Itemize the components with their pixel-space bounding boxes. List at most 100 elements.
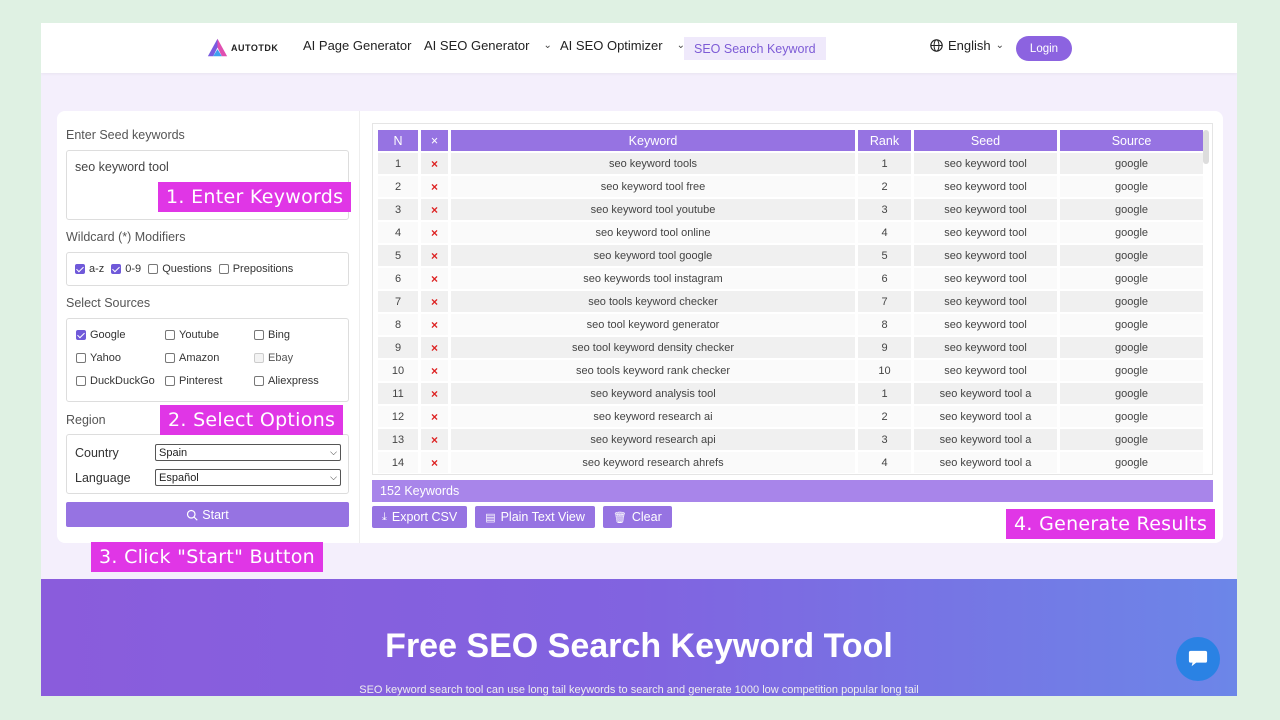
delete-row-icon[interactable]: × — [421, 337, 448, 358]
language-select[interactable]: Español ⌵ — [155, 469, 341, 486]
delete-row-icon[interactable]: × — [421, 406, 448, 427]
cell-keyword: seo keyword tool youtube — [451, 199, 855, 220]
table-row: 13 × seo keyword research api 3 seo keyword … — [378, 429, 1203, 450]
hero-banner: Free SEO Search Keyword Tool SEO keyword… — [41, 579, 1237, 696]
cell-source: google — [1060, 245, 1203, 266]
start-button[interactable]: Start — [66, 502, 349, 527]
col-delete: × — [421, 130, 448, 151]
wildcard-09-checkbox[interactable]: 0-9 — [111, 263, 141, 275]
cell-rank: 9 — [858, 337, 911, 358]
delete-row-icon[interactable]: × — [421, 383, 448, 404]
source-amazon-checkbox[interactable]: Amazon — [165, 352, 254, 364]
cell-seed: seo keyword tool — [914, 199, 1057, 220]
checkbox-checked-icon — [75, 264, 85, 274]
checkbox-label: Google — [90, 329, 126, 341]
cell-source: google — [1060, 452, 1203, 473]
checkbox-icon — [218, 264, 229, 274]
plain-text-view-button[interactable]: ▤ Plain Text View — [475, 506, 595, 528]
source-google-checkbox[interactable]: Google — [76, 329, 165, 341]
language-label: Language — [75, 470, 131, 485]
nav-label: AI Page Generator — [303, 38, 412, 53]
nav-ai-page-generator[interactable]: AI Page Generator — [303, 38, 411, 53]
country-row: Country Spain ⌵ — [75, 444, 341, 461]
cell-source: google — [1060, 222, 1203, 243]
wildcard-az-checkbox[interactable]: a-z — [75, 263, 104, 275]
cell-rank: 5 — [858, 245, 911, 266]
cell-n: 14 — [378, 452, 418, 473]
top-navbar: AUTOTDK AI Page Generator AI SEO Generat… — [41, 23, 1237, 73]
delete-row-icon[interactable]: × — [421, 291, 448, 312]
nav-ai-seo-generator[interactable]: AI SEO Generator ⌄ — [424, 38, 552, 53]
results-table-container[interactable]: N × Keyword Rank Seed Source 1 × seo keywo… — [372, 123, 1213, 475]
table-scrollbar[interactable] — [1203, 130, 1209, 164]
chevron-down-icon: ⌵ — [330, 447, 337, 457]
source-youtube-checkbox[interactable]: Youtube — [165, 329, 254, 341]
delete-row-icon[interactable]: × — [421, 176, 448, 197]
checkbox-icon — [165, 353, 175, 363]
delete-row-icon[interactable]: × — [421, 245, 448, 266]
cell-n: 12 — [378, 406, 418, 427]
clear-button[interactable]: 🗑 Clear — [602, 506, 672, 528]
table-row: 4 × seo keyword tool online 4 seo keyword to… — [378, 222, 1203, 243]
delete-row-icon[interactable]: × — [421, 153, 448, 174]
source-duckduckgo-checkbox[interactable]: DuckDuckGo — [76, 375, 165, 387]
cell-rank: 4 — [858, 452, 911, 473]
cell-seed: seo keyword tool — [914, 222, 1057, 243]
country-select[interactable]: Spain ⌵ — [155, 444, 341, 461]
callout-generate-results: 4. Generate Results — [1006, 509, 1216, 539]
cell-rank: 1 — [858, 383, 911, 404]
checkbox-label: Bing — [268, 329, 291, 341]
cell-rank: 2 — [858, 176, 911, 197]
delete-row-icon[interactable]: × — [421, 360, 448, 381]
cell-seed: seo keyword tool — [914, 314, 1057, 335]
nav-label: AI SEO Generator — [424, 38, 530, 53]
nav-seo-search-keyword[interactable]: SEO Search Keyword — [684, 37, 826, 60]
cell-rank: 4 — [858, 222, 911, 243]
delete-row-icon[interactable]: × — [421, 452, 448, 473]
source-aliexpress-checkbox[interactable]: Aliexpress — [254, 375, 343, 387]
export-csv-button[interactable]: ⤓ Export CSV — [372, 506, 468, 528]
cell-n: 1 — [378, 153, 418, 174]
wildcard-prepositions-checkbox[interactable]: Prepositions — [218, 263, 293, 275]
checkbox-label: Pinterest — [179, 375, 223, 387]
start-label: Start — [202, 507, 229, 522]
nav-ai-seo-optimizer[interactable]: AI SEO Optimizer ⌄ — [560, 38, 685, 53]
cell-source: google — [1060, 383, 1203, 404]
delete-row-icon[interactable]: × — [421, 429, 448, 450]
wildcard-questions-checkbox[interactable]: Questions — [148, 263, 212, 275]
options-panel: Enter Seed keywords seo keyword tool Wil… — [57, 111, 360, 543]
cell-n: 10 — [378, 360, 418, 381]
checkbox-icon — [148, 264, 159, 274]
source-bing-checkbox[interactable]: Bing — [254, 329, 343, 341]
cell-keyword: seo keywords tool instagram — [451, 268, 855, 289]
cell-rank: 7 — [858, 291, 911, 312]
source-pinterest-checkbox[interactable]: Pinterest — [165, 375, 254, 387]
cell-rank: 3 — [858, 429, 911, 450]
keyword-count-bar: 152 Keywords — [372, 480, 1213, 502]
table-row: 11 × seo keyword analysis tool 1 seo keyword… — [378, 383, 1203, 404]
wildcard-options: a-z 0-9 Questions Prepositions — [66, 252, 349, 286]
logo[interactable]: AUTOTDK — [207, 37, 278, 58]
delete-row-icon[interactable]: × — [421, 268, 448, 289]
cell-keyword: seo keyword analysis tool — [451, 383, 855, 404]
cell-n: 9 — [378, 337, 418, 358]
source-yahoo-checkbox[interactable]: Yahoo — [76, 352, 165, 364]
checkbox-label: Ebay — [268, 352, 294, 364]
cell-keyword: seo keyword research api — [451, 429, 855, 450]
delete-row-icon[interactable]: × — [421, 222, 448, 243]
checkbox-icon — [76, 376, 86, 386]
cell-seed: seo keyword tool a — [914, 383, 1057, 404]
cell-source: google — [1060, 337, 1203, 358]
language-selector[interactable]: English ⌄ — [930, 38, 1004, 53]
col-rank: Rank — [858, 130, 911, 151]
login-button[interactable]: Login — [1016, 36, 1072, 61]
col-seed: Seed — [914, 130, 1057, 151]
table-row: 6 × seo keywords tool instagram 6 seo keywor… — [378, 268, 1203, 289]
table-row: 7 × seo tools keyword checker 7 seo keyword … — [378, 291, 1203, 312]
banner-title: Free SEO Search Keyword Tool — [385, 627, 893, 665]
delete-row-icon[interactable]: × — [421, 314, 448, 335]
cell-source: google — [1060, 153, 1203, 174]
checkbox-label: Youtube — [179, 329, 219, 341]
chat-button[interactable] — [1176, 637, 1220, 681]
delete-row-icon[interactable]: × — [421, 199, 448, 220]
